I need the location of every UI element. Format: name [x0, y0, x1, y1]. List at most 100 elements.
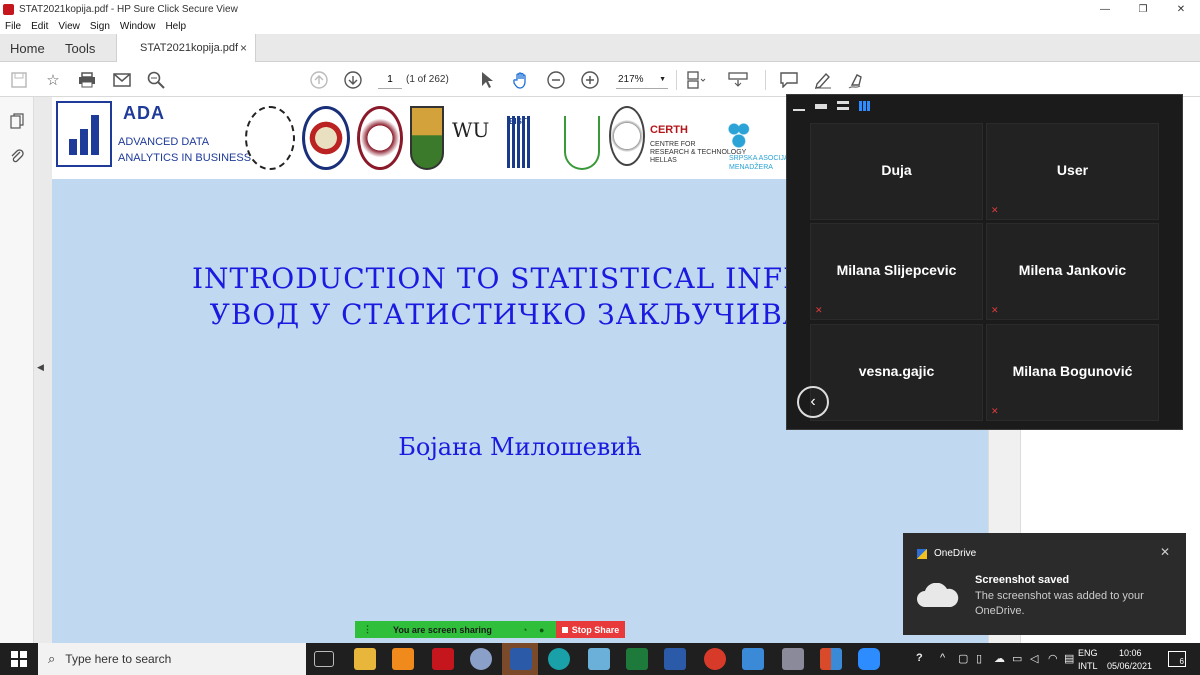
- minimize-video-icon[interactable]: [793, 105, 805, 111]
- volume-icon[interactable]: ◁: [1030, 652, 1038, 665]
- sharing-status-text: You are screen sharing: [393, 624, 492, 635]
- zoom-app-icon[interactable]: [858, 648, 880, 670]
- r-app-icon[interactable]: [470, 648, 492, 670]
- scroll-mode-icon[interactable]: [728, 70, 748, 90]
- window-title: STAT2021kopija.pdf - HP Sure Click Secur…: [19, 3, 238, 15]
- windows-start-button[interactable]: [0, 643, 38, 675]
- ada-logo-subtitle: ADVANCED DATA: [118, 136, 210, 148]
- notification-count: 6: [1179, 657, 1184, 666]
- keyboard-layout-indicator[interactable]: INTL: [1078, 661, 1098, 671]
- zoom-in-icon[interactable]: [580, 70, 600, 90]
- comment-icon[interactable]: [779, 70, 799, 90]
- tray-app-icon[interactable]: ▢: [958, 652, 968, 665]
- participant-name: Milena Jankovic: [1018, 262, 1127, 278]
- tab-home[interactable]: Home: [10, 34, 45, 62]
- file-explorer-icon[interactable]: [354, 648, 376, 670]
- menu-edit[interactable]: Edit: [31, 21, 48, 32]
- participant-name: User: [1056, 162, 1089, 178]
- pages-thumbnail-icon[interactable]: [8, 111, 26, 131]
- clock-time[interactable]: 10:06: [1119, 648, 1142, 658]
- tray-app-icon-2[interactable]: ▯: [976, 652, 982, 665]
- collapse-pane-arrow-icon[interactable]: ◀: [37, 362, 44, 373]
- drag-handle-icon[interactable]: ⋮: [363, 624, 372, 635]
- restore-button[interactable]: ❐: [1124, 0, 1162, 18]
- tex-app-icon[interactable]: [510, 648, 532, 670]
- help-icon[interactable]: ?: [916, 652, 923, 664]
- taskbar-search-box[interactable]: ⌕ Type here to search: [38, 643, 306, 675]
- browser-icon[interactable]: [548, 648, 570, 670]
- bookmark-star-icon[interactable]: ☆: [43, 70, 63, 90]
- battery-icon[interactable]: ▭: [1012, 652, 1022, 665]
- zoom-out-icon[interactable]: [546, 70, 566, 90]
- print-icon[interactable]: [77, 70, 97, 90]
- excel-icon[interactable]: [626, 648, 648, 670]
- previous-page-icon[interactable]: [309, 70, 329, 90]
- previous-page-gallery-button[interactable]: ‹: [797, 386, 829, 418]
- ada-logo: [56, 101, 112, 167]
- next-page-icon[interactable]: [343, 70, 363, 90]
- speaker-view-icon[interactable]: [837, 101, 849, 110]
- action-center-button[interactable]: 6: [1168, 651, 1186, 667]
- menu-file[interactable]: File: [5, 21, 21, 32]
- close-window-button[interactable]: ✕: [1162, 0, 1200, 18]
- participant-tile[interactable]: User ✕: [986, 123, 1159, 220]
- menu-view[interactable]: View: [58, 21, 80, 32]
- network-icon: ◔: [522, 624, 528, 635]
- taskbar-app-icon-4[interactable]: [820, 648, 842, 670]
- taskbar-app-icon-3[interactable]: [782, 648, 804, 670]
- onedrive-small-icon: [917, 549, 927, 559]
- task-view-icon[interactable]: [314, 651, 334, 667]
- close-notification-icon[interactable]: ✕: [1160, 545, 1170, 559]
- participant-tile[interactable]: Milana Slijepcevic ✕: [810, 223, 983, 320]
- highlight-pen-icon[interactable]: [813, 70, 833, 90]
- language-indicator[interactable]: ENG: [1078, 648, 1098, 658]
- onedrive-cloud-icon: [917, 583, 959, 607]
- sign-pen-icon[interactable]: [847, 70, 867, 90]
- gallery-view-icon[interactable]: [859, 101, 871, 111]
- notification-title: Screenshot saved: [975, 574, 1070, 586]
- participant-tile[interactable]: vesna.gajic: [810, 324, 983, 421]
- select-cursor-icon[interactable]: [477, 70, 497, 90]
- sharing-status: ⋮ You are screen sharing ◔ ●: [355, 621, 556, 638]
- attachment-paperclip-icon[interactable]: [8, 146, 26, 166]
- keyboard-icon[interactable]: ▤: [1064, 652, 1074, 665]
- menu-help[interactable]: Help: [165, 21, 186, 32]
- tab-tools[interactable]: Tools: [65, 34, 95, 62]
- search-placeholder: Type here to search: [65, 652, 172, 666]
- stop-share-label: Stop Share: [571, 624, 620, 635]
- participant-tile[interactable]: Duja: [810, 123, 983, 220]
- find-search-icon[interactable]: [146, 70, 166, 90]
- onedrive-notification[interactable]: OneDrive ✕ Screenshot saved The screensh…: [903, 533, 1186, 635]
- zoom-level-select[interactable]: 217% ▼: [616, 71, 668, 89]
- stop-share-button[interactable]: Stop Share: [556, 621, 625, 638]
- certh-logo-sub1: CENTRE FOR: [650, 141, 696, 148]
- word-icon[interactable]: [664, 648, 686, 670]
- minimize-button[interactable]: —: [1086, 0, 1124, 18]
- page-number-input[interactable]: [378, 71, 402, 89]
- acrobat-icon[interactable]: [432, 648, 454, 670]
- hand-tool-icon[interactable]: [511, 70, 531, 90]
- save-icon[interactable]: [9, 70, 29, 90]
- show-hidden-icons-icon[interactable]: ^: [940, 652, 945, 664]
- email-icon[interactable]: [112, 70, 132, 90]
- university-shield-logo: [410, 106, 444, 170]
- close-tab-icon[interactable]: ×: [240, 41, 247, 55]
- menu-window[interactable]: Window: [120, 21, 156, 32]
- wifi-icon[interactable]: ◠: [1048, 652, 1058, 665]
- tab-document[interactable]: STAT2021kopija.pdf ×: [116, 34, 256, 62]
- notification-body: The screenshot was added to your OneDriv…: [975, 590, 1144, 617]
- photos-icon[interactable]: [742, 648, 764, 670]
- clock-date[interactable]: 05/06/2021: [1107, 661, 1152, 671]
- menu-sign[interactable]: Sign: [90, 21, 110, 32]
- taskbar-app-icon[interactable]: [392, 648, 414, 670]
- taskbar-app-icon-2[interactable]: [588, 648, 610, 670]
- search-icon: ⌕: [48, 651, 56, 666]
- participant-tile[interactable]: Milena Jankovic ✕: [986, 223, 1159, 320]
- toolbar-divider: [765, 70, 766, 90]
- settings-gear-icon[interactable]: [704, 648, 726, 670]
- page-display-icon[interactable]: [686, 70, 706, 90]
- muted-mic-icon: ✕: [991, 205, 999, 215]
- onedrive-tray-icon[interactable]: ☁: [994, 652, 1005, 665]
- hide-video-icon[interactable]: [815, 104, 827, 109]
- participant-tile[interactable]: Milana Bogunović ✕: [986, 324, 1159, 421]
